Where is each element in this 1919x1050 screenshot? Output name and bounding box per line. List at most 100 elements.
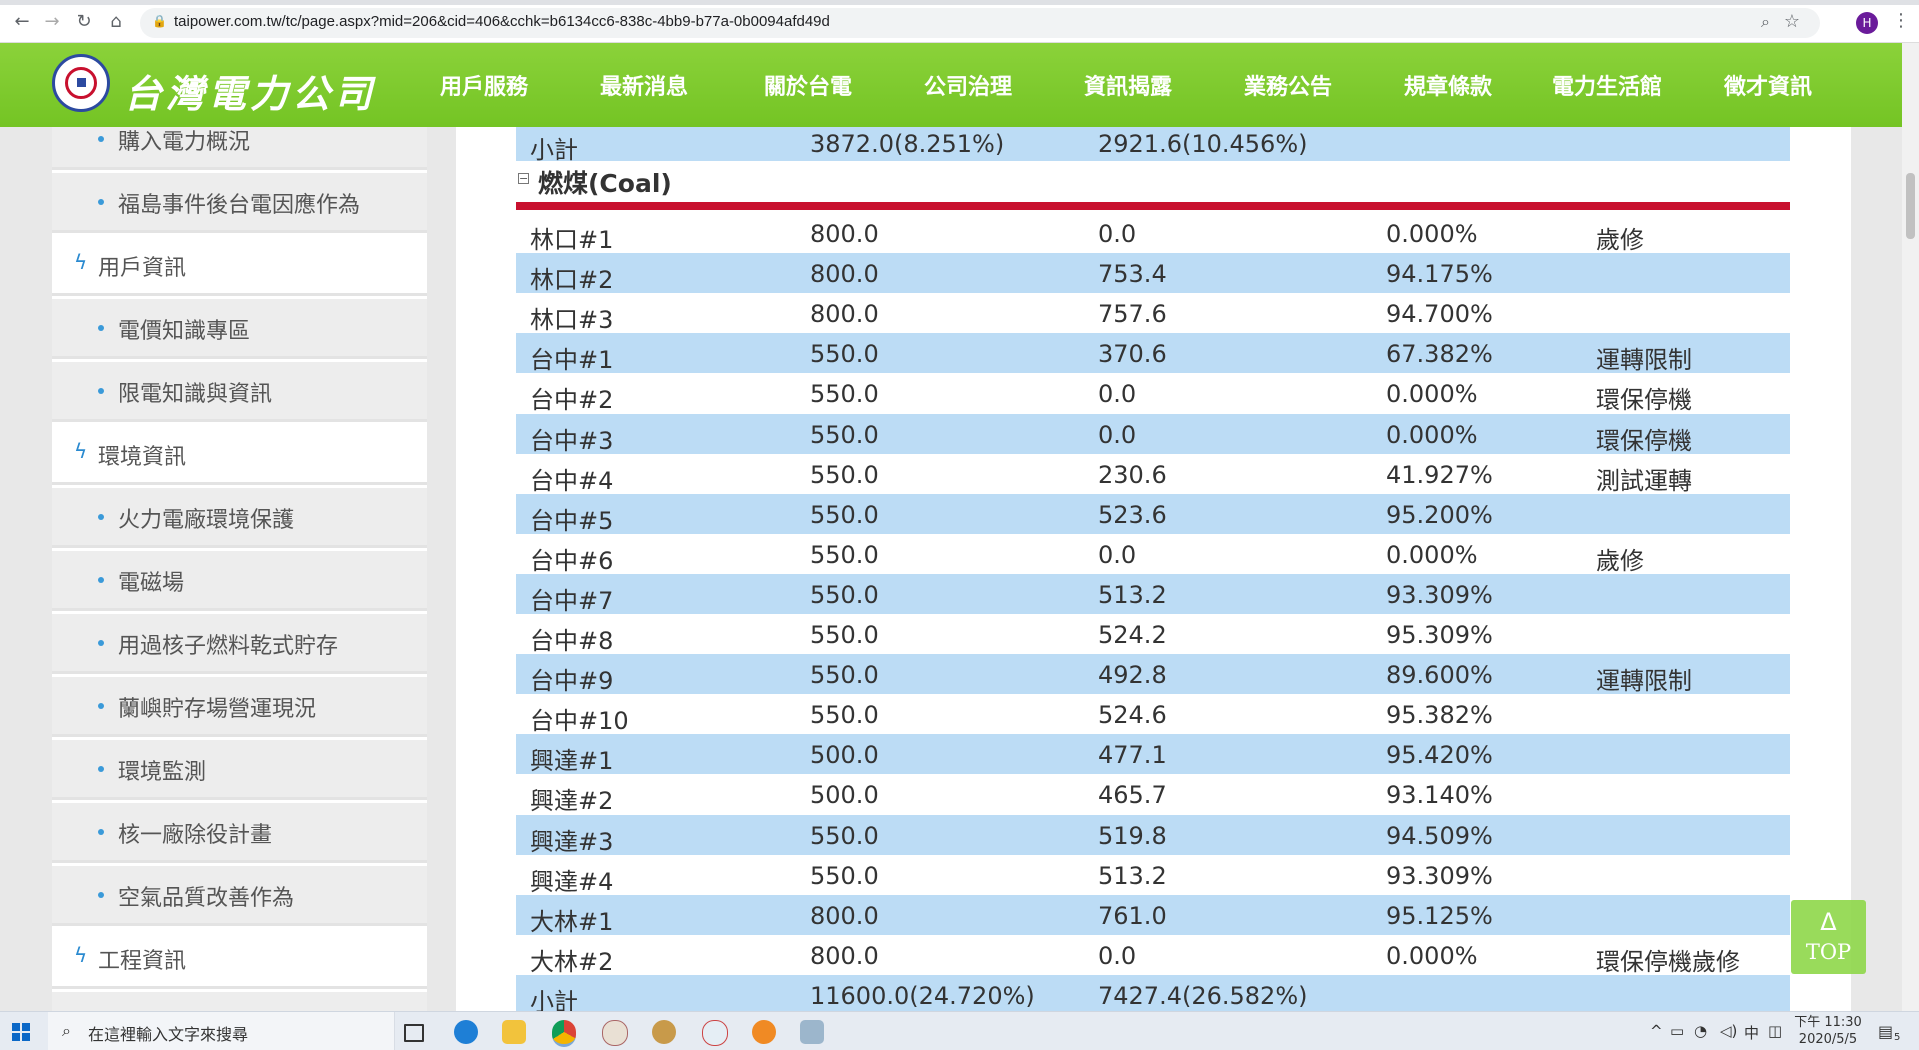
cell-output: 523.6: [1098, 500, 1167, 529]
app-icon-2[interactable]: [652, 1020, 676, 1044]
cell-ratio: 0.000%: [1386, 220, 1478, 248]
cell-capacity: 800.0: [810, 300, 879, 329]
address-bar[interactable]: 🔒 taipower.com.tw/tc/page.aspx?mid=206&c…: [140, 8, 1820, 38]
cell-ratio: 41.927%: [1386, 460, 1493, 489]
cell-capacity: 550.0: [810, 540, 879, 569]
network-icon[interactable]: ◔: [1694, 1022, 1707, 1040]
chrome-browser-icon[interactable]: [552, 1020, 576, 1047]
table-row: 台中#9 550.0 492.8 89.600% 運轉限制: [516, 654, 1790, 695]
cell-note: 環保停機: [1596, 386, 1692, 415]
sidebar-item[interactable]: 核一廠除役計畫: [52, 803, 427, 863]
cell-output: 513.2: [1098, 580, 1167, 609]
app-icon-1[interactable]: [602, 1020, 628, 1046]
taskbar-search[interactable]: ⌕ 在這裡輸入文字來搜尋: [48, 1012, 395, 1050]
nav-item[interactable]: 關於台電: [764, 69, 852, 101]
table-row: 台中#7 550.0 513.2 93.309%: [516, 573, 1790, 615]
sidebar-item[interactable]: 福島事件後台電因應作為: [52, 173, 427, 233]
back-to-top-label: TOP: [1805, 940, 1852, 964]
sidebar-item-label: 福島事件後台電因應作為: [118, 193, 361, 218]
cell-output: 2921.6(10.456%): [1098, 130, 1308, 158]
table-row: 興達#3 550.0 519.8 94.509%: [516, 814, 1790, 856]
sidebar-item[interactable]: ϟ 用戶資訊: [52, 236, 427, 296]
table-row: 台中#3 550.0 0.0 0.000% 環保停機: [516, 413, 1790, 455]
sidebar-item-label: 用過核子燃料乾式貯存: [118, 634, 339, 659]
back-to-top-button[interactable]: Δ TOP: [1791, 900, 1866, 974]
edge-browser-icon[interactable]: [454, 1020, 478, 1044]
sidebar-item[interactable]: 空氣品質改善作為: [52, 866, 427, 926]
bookmark-star-icon[interactable]: ☆: [1784, 11, 1800, 32]
sidebar-item[interactable]: 限電知識與資訊: [52, 362, 427, 422]
taipower-logo-icon[interactable]: [52, 54, 110, 112]
sidebar-item[interactable]: 火力電廠環境保護: [52, 488, 427, 548]
bullet-icon: [98, 136, 104, 142]
file-explorer-icon[interactable]: [502, 1020, 526, 1044]
nav-item[interactable]: 資訊揭露: [1084, 69, 1172, 101]
sidebar-item[interactable]: 蘭嶼貯存場營運現況: [52, 677, 427, 737]
sidebar-item-label: 限電知識與資訊: [118, 382, 273, 407]
home-icon[interactable]: ⌂: [106, 12, 126, 32]
page-scrollbar[interactable]: [1902, 43, 1919, 1011]
back-icon[interactable]: ←: [12, 12, 32, 32]
sidebar-item-label: 火力電廠環境保護: [118, 508, 295, 533]
sidebar-item-label: 工程資訊: [98, 949, 187, 974]
sidebar-item[interactable]: ϟ 環境資訊: [52, 425, 427, 485]
table-row: 台中#4 550.0 230.6 41.927% 測試運轉: [516, 454, 1790, 495]
nav-item[interactable]: 公司治理: [924, 69, 1012, 101]
section-header-coal[interactable]: − 燃煤(Coal): [516, 161, 1790, 201]
ime-indicator[interactable]: 中: [1744, 1022, 1759, 1043]
table-row: 大林#2 800.0 0.0 0.000% 環保停機歲修: [516, 935, 1790, 976]
bullet-icon: [98, 325, 104, 331]
browser-toolbar: ← → ↻ ⌂ 🔒 taipower.com.tw/tc/page.aspx?m…: [0, 0, 1919, 43]
cell-output: 477.1: [1098, 741, 1167, 770]
cell-output: 7427.4(26.582%): [1098, 981, 1308, 1010]
nav-item[interactable]: 徵才資訊: [1724, 69, 1812, 101]
collapse-toggle-icon[interactable]: −: [518, 173, 529, 184]
system-clock[interactable]: 下午 11:30 2020/5/5: [1793, 1014, 1863, 1048]
cell-name: 小計: [530, 987, 578, 1011]
lightning-icon: ϟ: [74, 943, 88, 967]
cell-capacity: 550.0: [810, 861, 879, 890]
sidebar-item[interactable]: 用過核子燃料乾式貯存: [52, 614, 427, 674]
reload-icon[interactable]: ↻: [74, 12, 94, 32]
notification-icon[interactable]: ▤: [1878, 1022, 1893, 1041]
sidebar-item[interactable]: 電磁場: [52, 551, 427, 611]
app-icon-3[interactable]: [702, 1020, 728, 1046]
bullet-icon: [98, 388, 104, 394]
profile-avatar[interactable]: H: [1856, 12, 1878, 34]
sidebar-item[interactable]: 購入電力概況: [52, 127, 427, 170]
forward-icon[interactable]: →: [42, 12, 62, 32]
volume-icon[interactable]: ◁): [1720, 1022, 1737, 1040]
sidebar-item-label: 購入電力概況: [118, 130, 251, 155]
nav-item[interactable]: 規章條款: [1404, 69, 1492, 101]
lightning-icon: ϟ: [74, 439, 88, 463]
cell-name: 林口#2: [530, 266, 614, 295]
sidebar-item[interactable]: ϟ 工程資訊: [52, 929, 427, 989]
input-mode-icon[interactable]: ◫: [1768, 1022, 1782, 1040]
cell-output: 513.2: [1098, 861, 1167, 890]
sidebar-item[interactable]: 新營火力計畫進展: [52, 992, 427, 1011]
nav-item[interactable]: 電力生活館: [1552, 69, 1662, 101]
nav-item[interactable]: 業務公告: [1244, 69, 1332, 101]
nav-item[interactable]: 用戶服務: [440, 69, 528, 101]
blender-icon[interactable]: [752, 1020, 776, 1044]
cell-capacity: 800.0: [810, 941, 879, 970]
tray-chevron-icon[interactable]: ^: [1650, 1022, 1663, 1040]
sidebar-item[interactable]: 環境監測: [52, 740, 427, 800]
cell-ratio: 93.309%: [1386, 580, 1493, 609]
windows-start-icon[interactable]: [12, 1023, 30, 1041]
app-icon-4[interactable]: [800, 1020, 824, 1044]
cell-name: 台中#10: [530, 707, 629, 736]
sidebar-item[interactable]: 電價知識專區: [52, 299, 427, 359]
scrollbar-thumb[interactable]: [1906, 173, 1915, 239]
task-view-icon[interactable]: [404, 1024, 424, 1042]
site-logo-text[interactable]: 台灣電力公司: [124, 63, 376, 118]
cell-output: 0.0: [1098, 540, 1137, 569]
zoom-icon[interactable]: ⌕: [1761, 12, 1770, 32]
cell-name: 小計: [530, 136, 578, 164]
browser-menu-icon[interactable]: ⋮: [1892, 10, 1910, 31]
battery-icon[interactable]: ▭: [1670, 1022, 1684, 1040]
table-row: 小計 11600.0(24.720%) 7427.4(26.582%): [516, 974, 1790, 1011]
table-row: 台中#6 550.0 0.0 0.000% 歲修: [516, 534, 1790, 575]
bullet-icon: [98, 514, 104, 520]
nav-item[interactable]: 最新消息: [600, 69, 688, 101]
